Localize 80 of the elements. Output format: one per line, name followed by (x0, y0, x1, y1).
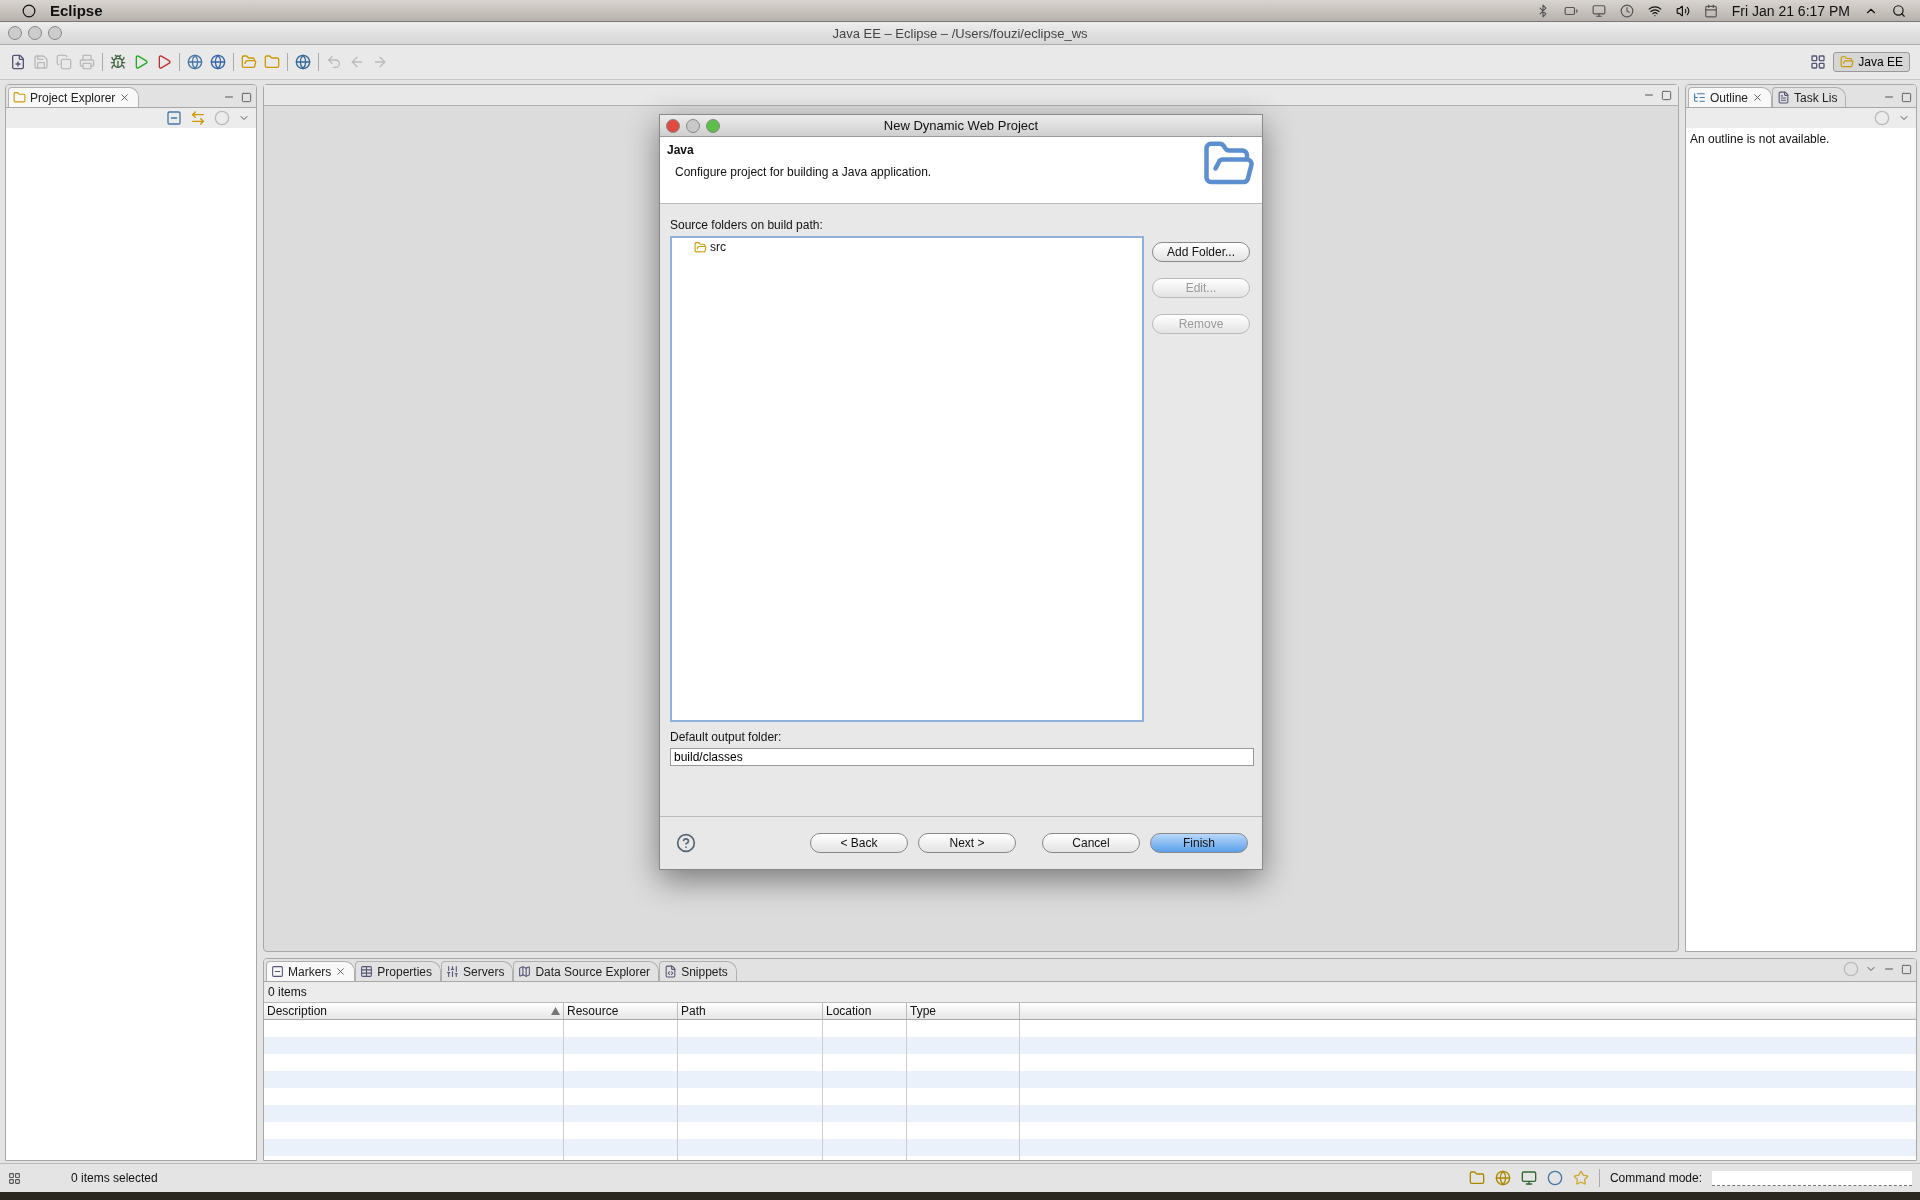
folder-icon[interactable] (264, 54, 280, 70)
view-tab[interactable]: Servers (441, 961, 514, 981)
new-file-icon[interactable] (10, 54, 26, 70)
item-count: 0 items (264, 982, 1916, 1002)
sort-icon (551, 1007, 560, 1015)
maximize-icon (1901, 963, 1912, 975)
maximize-icon (1901, 91, 1912, 103)
dialog-title: New Dynamic Web Project (883, 118, 1039, 133)
close-button[interactable] (666, 118, 680, 133)
minimize-button[interactable] (686, 118, 700, 133)
copy-icon[interactable] (56, 54, 72, 70)
output-folder-field[interactable]: build/classes (670, 748, 1254, 766)
close-icon (1752, 92, 1764, 103)
maximize-icon (1661, 89, 1672, 101)
window-title: Java EE – Eclipse – /Users/fouzi/eclipse_ws (832, 25, 1088, 41)
map-icon (518, 965, 532, 978)
outline-message: An outline is not available. (1689, 131, 1831, 148)
star-icon[interactable] (1572, 1170, 1589, 1186)
column-header[interactable]: Location (823, 1003, 907, 1019)
close-icon (335, 966, 347, 977)
close-icon (119, 92, 131, 103)
folder-icon[interactable] (241, 54, 257, 70)
link-icon[interactable] (190, 110, 206, 126)
folder-icon (1840, 55, 1855, 69)
globe-icon[interactable] (295, 54, 311, 70)
volume-icon (1675, 3, 1690, 18)
output-folder-label: Default output folder: (670, 729, 783, 744)
view-tab[interactable]: Snippets (659, 961, 737, 981)
table-icon (360, 965, 374, 978)
document-icon (664, 965, 678, 978)
undo-icon[interactable] (326, 54, 342, 70)
dialog-button[interactable]: Add Folder... (1152, 242, 1250, 262)
column-header[interactable]: Type (907, 1003, 1020, 1019)
bug-icon[interactable] (110, 54, 126, 70)
view-tab[interactable]: Project Explorer (8, 87, 140, 107)
view-tab[interactable]: Task Lis (1772, 87, 1847, 107)
wifi-icon (1647, 3, 1662, 18)
app-name[interactable]: Eclipse (50, 2, 103, 19)
view-tab[interactable]: Properties (355, 961, 442, 981)
globe-icon[interactable] (1494, 1170, 1511, 1186)
command-field[interactable] (1712, 1170, 1912, 1186)
command-mode-label: Command mode: (1609, 1171, 1702, 1185)
sliders-icon (446, 965, 460, 978)
close-button[interactable] (8, 26, 22, 40)
calendar-icon (1703, 3, 1718, 18)
menu-clock[interactable]: Fri Jan 21 6:17 PM (1731, 2, 1850, 19)
dialog-button[interactable]: < Back (810, 833, 908, 853)
zoom-button[interactable] (706, 118, 720, 133)
print-icon[interactable] (79, 54, 95, 70)
tree-icon (1693, 91, 1706, 104)
minimize-button[interactable] (28, 26, 42, 40)
back-icon[interactable] (349, 54, 365, 70)
forward-icon[interactable] (372, 54, 388, 70)
column-header[interactable]: Path (678, 1003, 823, 1019)
run-icon[interactable] (133, 54, 149, 70)
dialog-button[interactable]: Cancel (1042, 833, 1140, 853)
collapse-all-icon[interactable] (166, 110, 182, 126)
view-tab[interactable]: Data Source Explorer (513, 961, 660, 981)
folder-item[interactable]: src (692, 240, 728, 254)
display-icon (1591, 3, 1606, 18)
maximize-icon (241, 91, 252, 103)
dialog-button[interactable]: Next > (918, 833, 1016, 853)
dialog-button[interactable]: Finish (1150, 833, 1248, 853)
column-header[interactable]: Resource (564, 1003, 678, 1019)
status-selection: 0 items selected (71, 1171, 158, 1185)
perspective-button[interactable]: Java EE (1833, 52, 1910, 72)
view-tab[interactable]: Markers (266, 961, 356, 981)
document-icon (1777, 91, 1791, 104)
zoom-button[interactable] (48, 26, 62, 40)
globe-icon[interactable] (187, 54, 203, 70)
page-description: Configure project for building a Java application. (674, 165, 933, 179)
folder-icon (694, 240, 707, 254)
view-tab[interactable]: Outline (1688, 87, 1773, 107)
save-icon[interactable] (33, 54, 49, 70)
source-folders-label: Source folders on build path: (670, 217, 824, 232)
help-icon (676, 833, 696, 853)
page-heading: Java (667, 143, 695, 157)
column-header[interactable]: Description (264, 1003, 564, 1019)
search-icon (1892, 3, 1906, 18)
folder-icon (13, 91, 26, 104)
